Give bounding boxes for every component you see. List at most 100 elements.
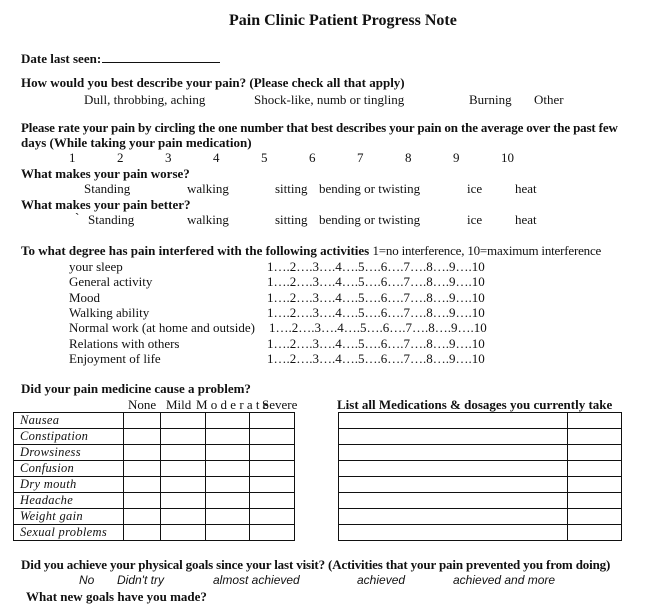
worse-option-heat[interactable]: heat bbox=[515, 182, 537, 195]
medication-cell[interactable] bbox=[338, 460, 568, 477]
cell-mild[interactable] bbox=[160, 524, 206, 541]
cell-severe[interactable] bbox=[249, 460, 295, 477]
better-option-walking[interactable]: walking bbox=[187, 213, 229, 226]
activity-scale-enjoyment[interactable]: 1….2….3….4….5….6….7….8….9….10 bbox=[267, 352, 485, 365]
dosage-cell[interactable] bbox=[567, 476, 622, 493]
cell-severe[interactable] bbox=[249, 508, 295, 525]
cell-moderate[interactable] bbox=[205, 412, 250, 429]
activity-scale-sleep[interactable]: 1….2….3….4….5….6….7….8….9….10 bbox=[267, 260, 485, 273]
cell-moderate[interactable] bbox=[205, 508, 250, 525]
better-option-sitting[interactable]: sitting bbox=[275, 213, 308, 226]
cell-none[interactable] bbox=[123, 508, 161, 525]
dosage-cell[interactable] bbox=[567, 508, 622, 525]
table-row: Weight gain bbox=[13, 508, 295, 525]
cell-severe[interactable] bbox=[249, 524, 295, 541]
goals-option-no[interactable]: No bbox=[79, 574, 94, 586]
worse-option-ice[interactable]: ice bbox=[467, 182, 482, 195]
rate-scale-2[interactable]: 2 bbox=[117, 151, 124, 164]
cell-none[interactable] bbox=[123, 412, 161, 429]
medications-table bbox=[338, 412, 622, 541]
goals-option-almost[interactable]: almost achieved bbox=[213, 574, 300, 586]
dosage-cell[interactable] bbox=[567, 412, 622, 429]
cell-mild[interactable] bbox=[160, 444, 206, 461]
medications-heading: List all Medications & dosages you curre… bbox=[337, 397, 613, 412]
describe-option-shock[interactable]: Shock-like, numb or tingling bbox=[254, 93, 404, 106]
side-effects-col-severe: Severe bbox=[262, 397, 298, 412]
rate-scale-5[interactable]: 5 bbox=[261, 151, 268, 164]
dosage-cell[interactable] bbox=[567, 428, 622, 445]
date-last-seen: Date last seen: bbox=[21, 50, 221, 65]
describe-option-burning[interactable]: Burning bbox=[469, 93, 512, 106]
cell-none[interactable] bbox=[123, 444, 161, 461]
worse-option-standing[interactable]: Standing bbox=[84, 182, 130, 195]
cell-none[interactable] bbox=[123, 428, 161, 445]
cell-mild[interactable] bbox=[160, 492, 206, 509]
better-option-standing[interactable]: Standing bbox=[88, 213, 134, 226]
activity-label-relations: Relations with others bbox=[69, 336, 180, 351]
goals-option-didnt-try[interactable]: Didn't try bbox=[117, 574, 164, 586]
table-row: Confusion bbox=[13, 460, 295, 477]
activity-scale-general[interactable]: 1….2….3….4….5….6….7….8….9….10 bbox=[267, 275, 485, 288]
activity-scale-mood[interactable]: 1….2….3….4….5….6….7….8….9….10 bbox=[267, 291, 485, 304]
medication-cell[interactable] bbox=[338, 476, 568, 493]
dosage-cell[interactable] bbox=[567, 524, 622, 541]
medication-cell[interactable] bbox=[338, 508, 568, 525]
rate-pain-question-line2: days (While taking your pain medication) bbox=[21, 135, 252, 150]
physical-goals-question: Did you achieve your physical goals sinc… bbox=[21, 557, 611, 572]
side-effects-question: Did your pain medicine cause a problem? bbox=[21, 381, 251, 396]
cell-none[interactable] bbox=[123, 524, 161, 541]
cell-mild[interactable] bbox=[160, 508, 206, 525]
activity-scale-walking[interactable]: 1….2….3….4….5….6….7….8….9….10 bbox=[267, 306, 485, 319]
activity-scale-relations[interactable]: 1….2….3….4….5….6….7….8….9….10 bbox=[267, 337, 485, 350]
cell-none[interactable] bbox=[123, 460, 161, 477]
cell-none[interactable] bbox=[123, 492, 161, 509]
cell-mild[interactable] bbox=[160, 428, 206, 445]
interference-heading: To what degree has pain interfered with … bbox=[21, 244, 601, 257]
cell-mild[interactable] bbox=[160, 476, 206, 493]
rate-scale-8[interactable]: 8 bbox=[405, 151, 412, 164]
rate-scale-4[interactable]: 4 bbox=[213, 151, 220, 164]
cell-moderate[interactable] bbox=[205, 524, 250, 541]
medication-cell[interactable] bbox=[338, 428, 568, 445]
cell-moderate[interactable] bbox=[205, 444, 250, 461]
rate-scale-7[interactable]: 7 bbox=[357, 151, 364, 164]
worse-option-sitting[interactable]: sitting bbox=[275, 182, 308, 195]
better-option-heat[interactable]: heat bbox=[515, 213, 537, 226]
cell-moderate[interactable] bbox=[205, 492, 250, 509]
medication-cell[interactable] bbox=[338, 524, 568, 541]
describe-option-dull[interactable]: Dull, throbbing, aching bbox=[84, 93, 205, 106]
cell-severe[interactable] bbox=[249, 492, 295, 509]
medication-cell[interactable] bbox=[338, 492, 568, 509]
rate-scale-6[interactable]: 6 bbox=[309, 151, 316, 164]
describe-option-other[interactable]: Other bbox=[534, 93, 564, 106]
describe-pain-question: How would you best describe your pain? (… bbox=[21, 75, 405, 90]
cell-severe[interactable] bbox=[249, 444, 295, 461]
activity-label-work: Normal work (at home and outside) bbox=[69, 320, 255, 335]
dosage-cell[interactable] bbox=[567, 444, 622, 461]
dosage-cell[interactable] bbox=[567, 460, 622, 477]
goals-option-achieved[interactable]: achieved bbox=[357, 574, 405, 586]
rate-scale-10[interactable]: 10 bbox=[501, 151, 514, 164]
worse-option-walking[interactable]: walking bbox=[187, 182, 229, 195]
medication-cell[interactable] bbox=[338, 412, 568, 429]
date-last-seen-field[interactable] bbox=[102, 50, 221, 63]
activity-scale-work[interactable]: 1….2….3….4….5….6….7….8….9….10 bbox=[269, 321, 487, 334]
better-option-ice[interactable]: ice bbox=[467, 213, 482, 226]
cell-mild[interactable] bbox=[160, 412, 206, 429]
rate-scale-3[interactable]: 3 bbox=[165, 151, 172, 164]
cell-moderate[interactable] bbox=[205, 476, 250, 493]
better-option-bending[interactable]: bending or twisting bbox=[319, 213, 420, 226]
rate-scale-1[interactable]: 1 bbox=[69, 151, 76, 164]
rate-scale-9[interactable]: 9 bbox=[453, 151, 460, 164]
cell-none[interactable] bbox=[123, 476, 161, 493]
dosage-cell[interactable] bbox=[567, 492, 622, 509]
cell-moderate[interactable] bbox=[205, 460, 250, 477]
cell-mild[interactable] bbox=[160, 460, 206, 477]
cell-severe[interactable] bbox=[249, 428, 295, 445]
worse-option-bending[interactable]: bending or twisting bbox=[319, 182, 420, 195]
cell-moderate[interactable] bbox=[205, 428, 250, 445]
goals-option-achieved-more[interactable]: achieved and more bbox=[453, 574, 555, 586]
cell-severe[interactable] bbox=[249, 476, 295, 493]
cell-severe[interactable] bbox=[249, 412, 295, 429]
medication-cell[interactable] bbox=[338, 444, 568, 461]
